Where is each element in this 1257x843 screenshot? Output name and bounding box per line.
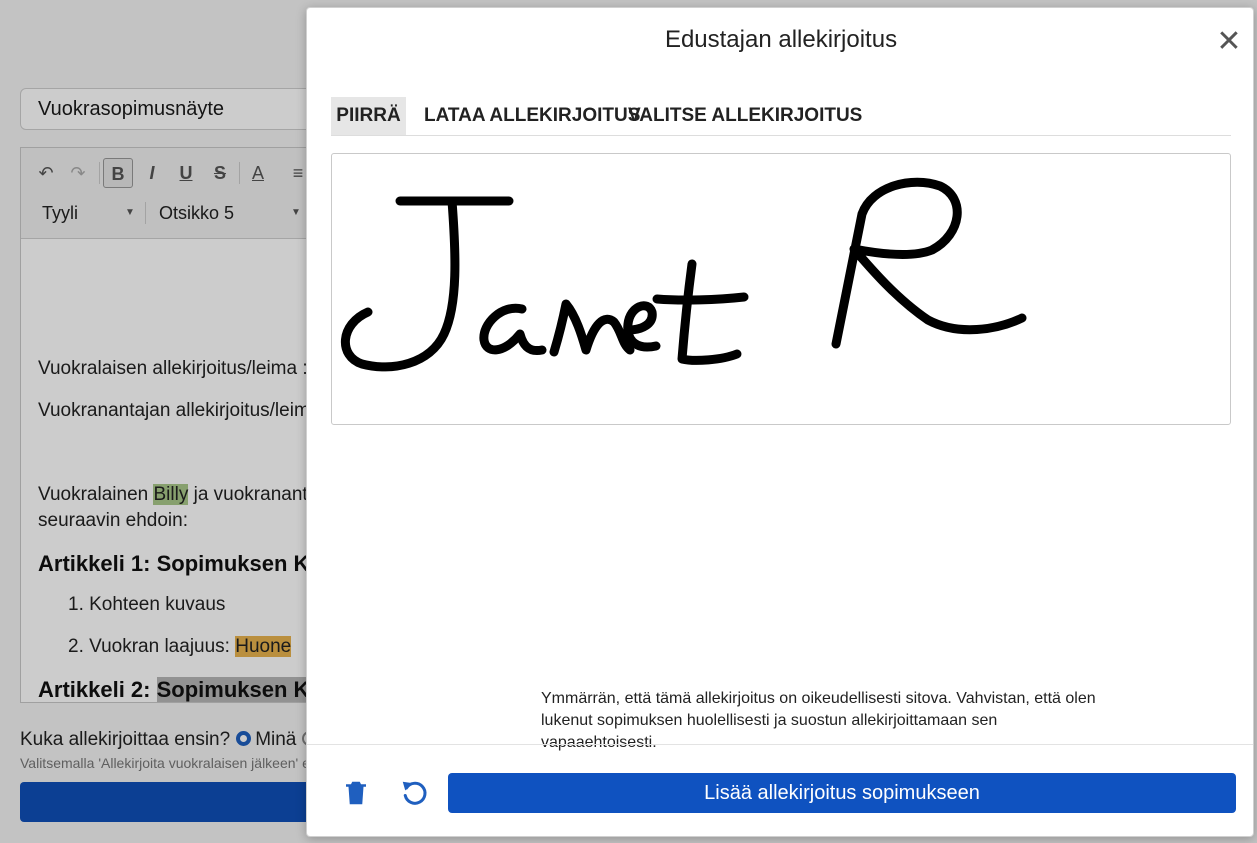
modal-title: Edustajan allekirjoitus xyxy=(664,26,898,53)
trash-icon[interactable] xyxy=(341,778,371,808)
undo-circular-icon[interactable] xyxy=(399,778,429,808)
signature-modal: Edustajan allekirjoitus ✕ PIIRRÄ LATAA A… xyxy=(306,7,1254,837)
legal-notice-line1: Ymmärrän, että tämä allekirjoitus on oik… xyxy=(541,690,1096,707)
drawn-signature xyxy=(341,177,1027,372)
tab-draw[interactable]: PIIRRÄ xyxy=(331,97,406,135)
footer-divider xyxy=(307,744,1253,745)
close-icon[interactable]: ✕ xyxy=(1215,27,1243,57)
signature-tabs: PIIRRÄ LATAA ALLEKIRJOITUS VALITSE ALLEK… xyxy=(331,97,1231,136)
tab-select-signature[interactable]: VALITSE ALLEKIRJOITUS xyxy=(628,97,862,135)
legal-notice-line2: lukenut sopimuksen huolellisesti ja suos… xyxy=(541,712,998,751)
add-signature-button[interactable]: Lisää allekirjoitus sopimukseen xyxy=(448,773,1236,813)
tab-upload-signature[interactable]: LATAA ALLEKIRJOITUS xyxy=(424,97,640,135)
trash-icon-glyph xyxy=(346,781,366,805)
signature-drawing-pad[interactable] xyxy=(331,153,1231,425)
undo-circular-icon-glyph xyxy=(402,781,427,805)
